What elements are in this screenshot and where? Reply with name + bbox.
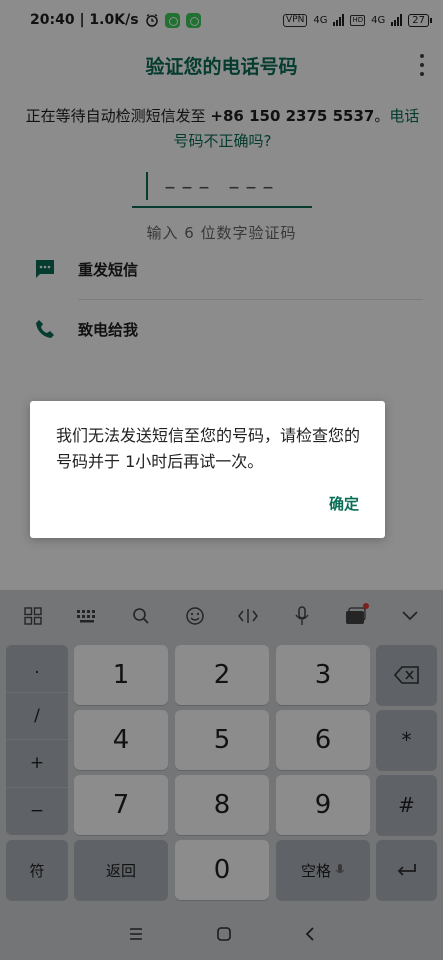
ok-button[interactable]: 确定 xyxy=(329,493,359,514)
error-dialog: 我们无法发送短信至您的号码，请检查您的号码并于 1小时后再试一次。 确定 xyxy=(30,401,385,538)
dialog-message: 我们无法发送短信至您的号码，请检查您的号码并于 1小时后再试一次。 xyxy=(56,426,361,471)
